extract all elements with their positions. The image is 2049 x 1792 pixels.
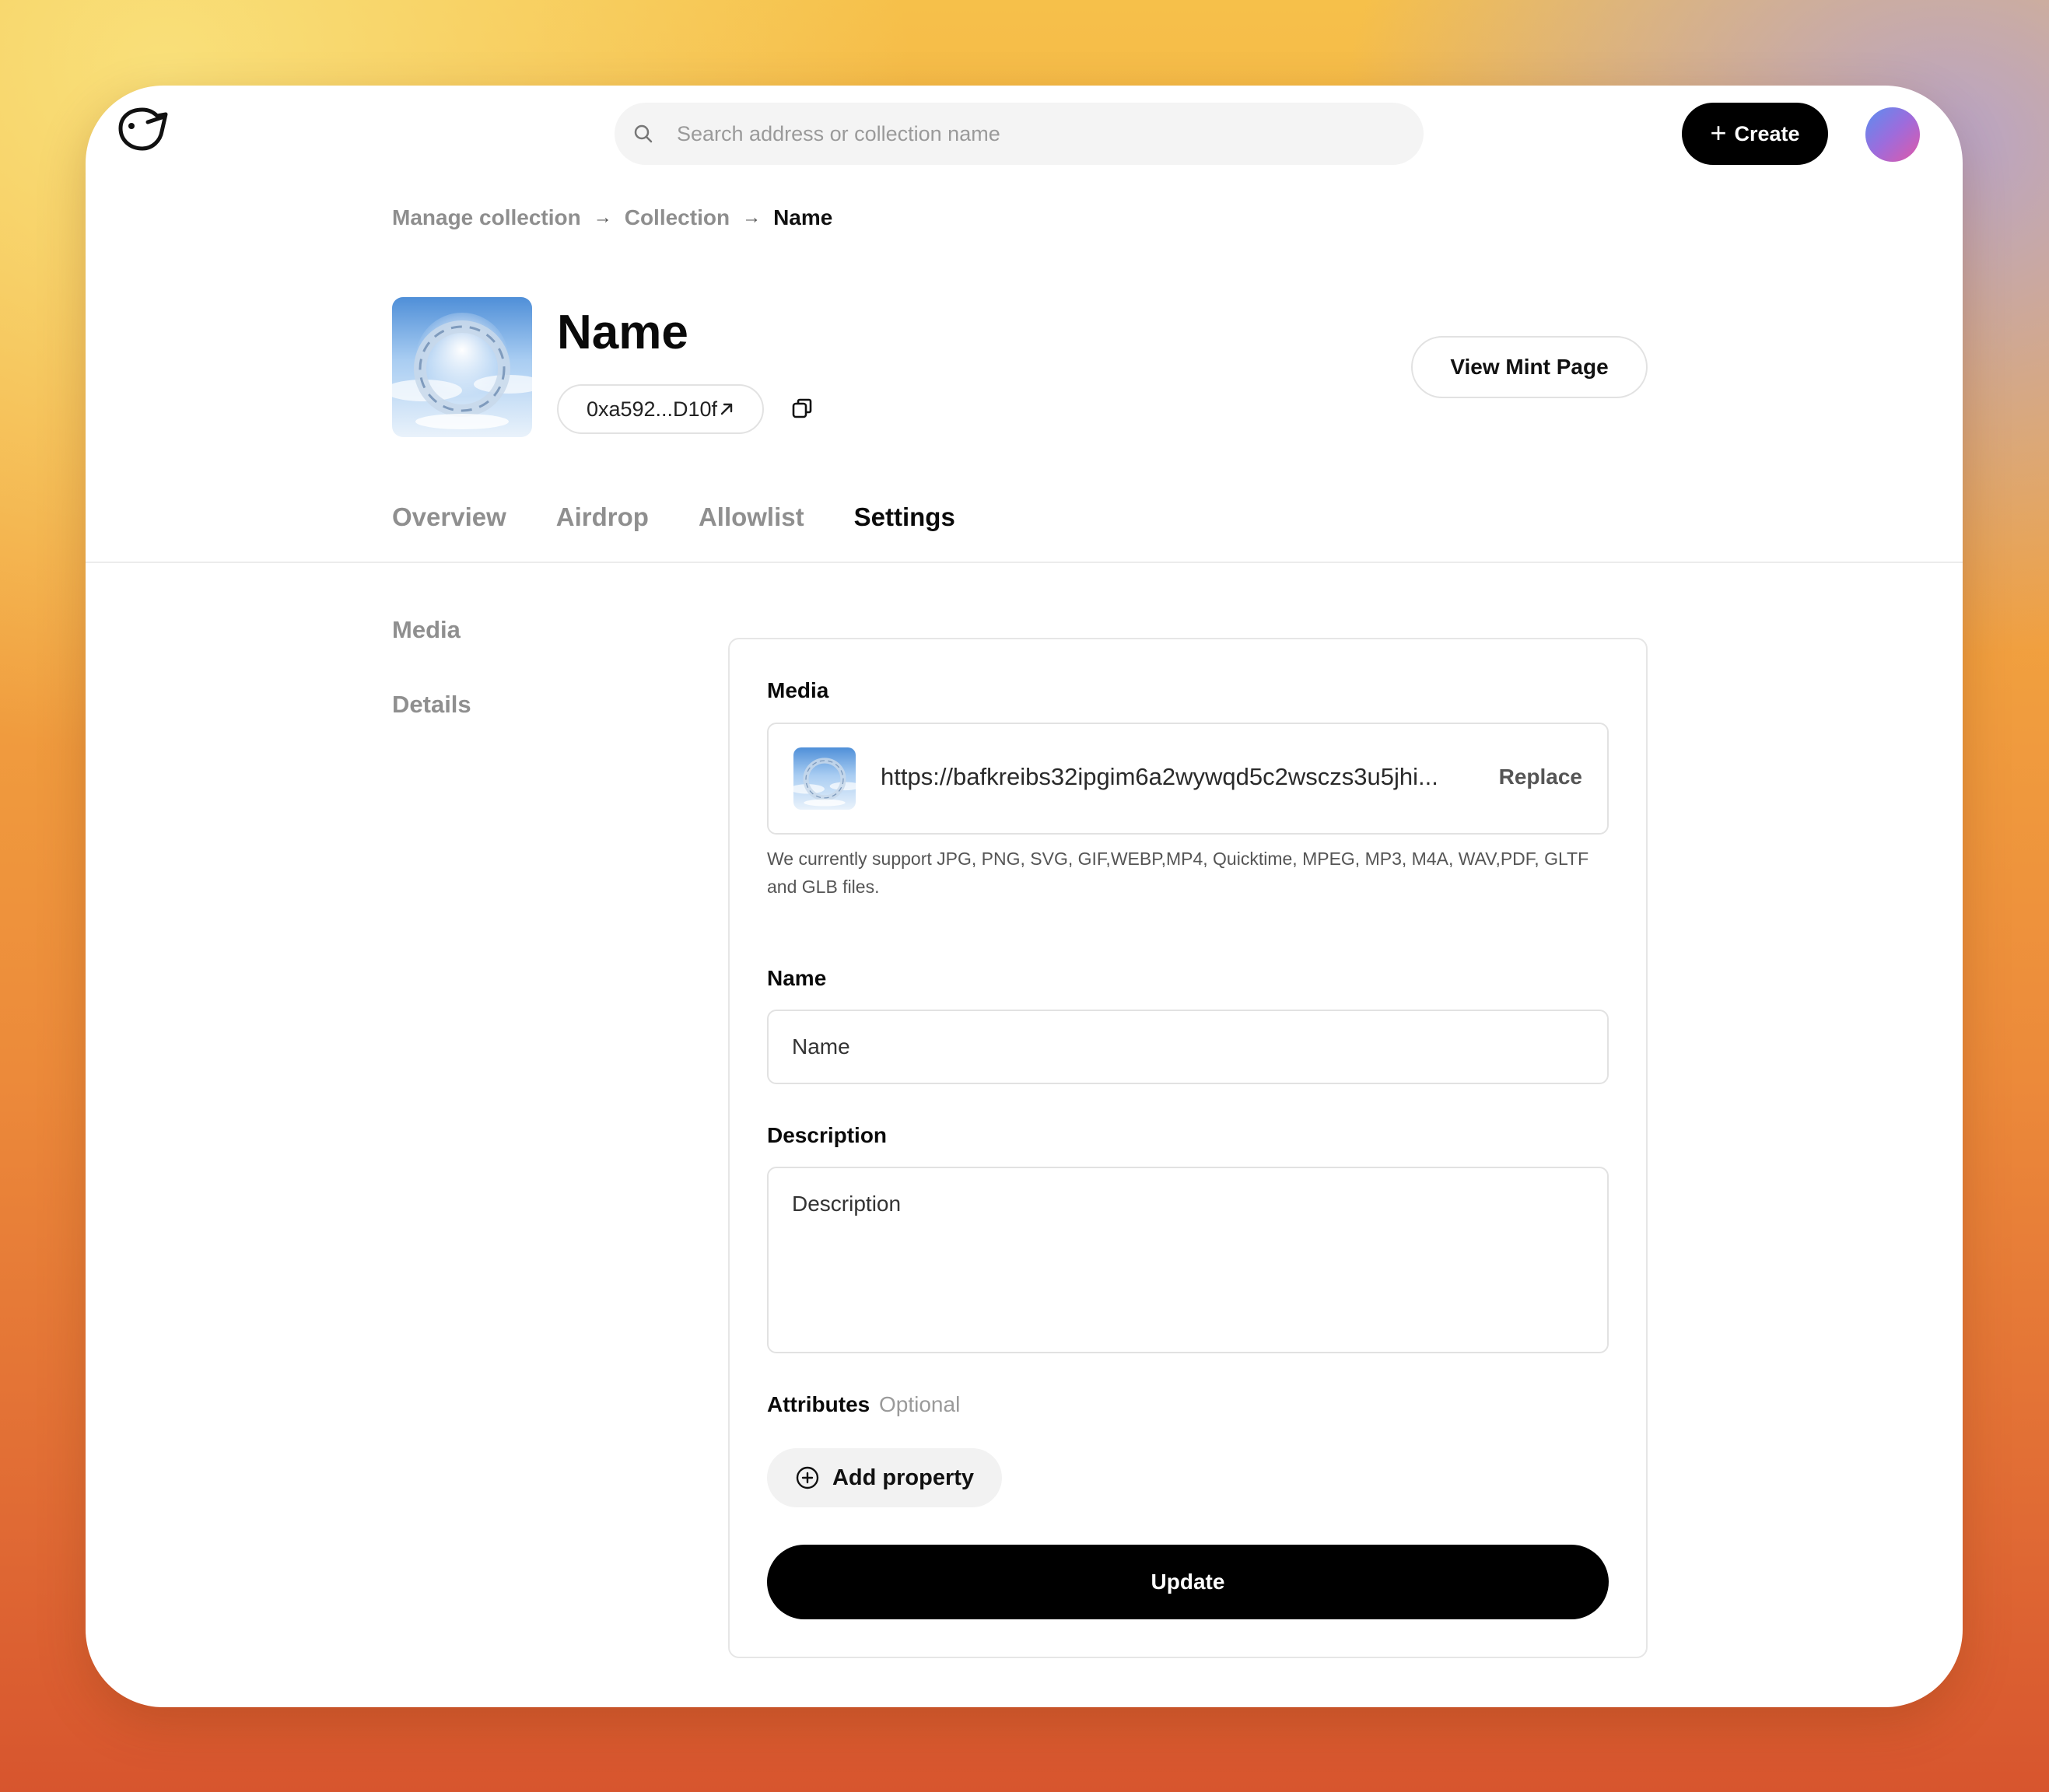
media-help-text: We currently support JPG, PNG, SVG, GIF,… <box>767 849 1589 897</box>
tab-settings[interactable]: Settings <box>854 502 955 532</box>
update-button[interactable]: Update <box>767 1545 1609 1619</box>
media-url: https://bafkreibs32ipgim6a2wywqd5c2wsczs… <box>881 763 1438 790</box>
replace-button[interactable]: Replace <box>1499 765 1582 789</box>
search-bar[interactable] <box>615 103 1424 165</box>
breadcrumb: Manage collection → Collection → Name <box>392 205 832 230</box>
tab-allowlist[interactable]: Allowlist <box>699 502 804 532</box>
media-label: Media <box>767 678 829 702</box>
tab-bar: Overview Airdrop Allowlist Settings <box>392 502 955 532</box>
search-input[interactable] <box>677 121 1377 146</box>
description-textarea[interactable] <box>767 1167 1609 1353</box>
copy-icon[interactable] <box>790 397 814 420</box>
side-menu-media[interactable]: Media <box>392 616 461 644</box>
collection-title: Name <box>557 306 688 359</box>
tab-overview[interactable]: Overview <box>392 502 506 532</box>
add-property-button[interactable]: Add property <box>767 1448 1002 1507</box>
breadcrumb-current: Name <box>773 205 833 229</box>
name-input[interactable] <box>767 1010 1609 1084</box>
avatar[interactable] <box>1865 107 1920 162</box>
side-menu-details[interactable]: Details <box>392 691 471 719</box>
breadcrumb-manage-collection[interactable]: Manage collection <box>392 205 581 230</box>
contract-address-link[interactable]: 0xa592...D10f <box>557 384 764 434</box>
arrow-right-icon: → <box>593 207 612 228</box>
view-mint-page-button[interactable]: View Mint Page <box>1411 336 1648 398</box>
create-label: Create <box>1734 121 1800 145</box>
description-label: Description <box>767 1123 888 1147</box>
attributes-optional: Optional <box>879 1392 961 1416</box>
add-property-label: Add property <box>832 1465 975 1490</box>
external-link-icon <box>720 403 733 415</box>
collection-image <box>392 297 532 437</box>
attributes-label: Attributes <box>767 1392 870 1416</box>
plus-circle-icon <box>796 1466 819 1489</box>
tab-airdrop[interactable]: Airdrop <box>556 502 649 532</box>
app-window: + Create Manage collection → Collection … <box>86 86 1963 1707</box>
create-button[interactable]: + Create <box>1682 103 1828 165</box>
name-label: Name <box>767 966 827 990</box>
search-icon <box>634 124 653 143</box>
plus-icon: + <box>1710 116 1727 149</box>
media-upload-box: https://bafkreibs32ipgim6a2wywqd5c2wsczs… <box>767 723 1609 835</box>
divider <box>86 562 1963 563</box>
settings-form-card: Media https://bafkreibs32ipgim6a2wywqd5c… <box>728 638 1648 1658</box>
arrow-right-icon: → <box>742 207 762 228</box>
media-thumbnail <box>793 747 856 810</box>
contract-address: 0xa592...D10f <box>586 397 718 421</box>
logo-icon[interactable] <box>117 105 168 153</box>
breadcrumb-collection[interactable]: Collection <box>625 205 730 230</box>
